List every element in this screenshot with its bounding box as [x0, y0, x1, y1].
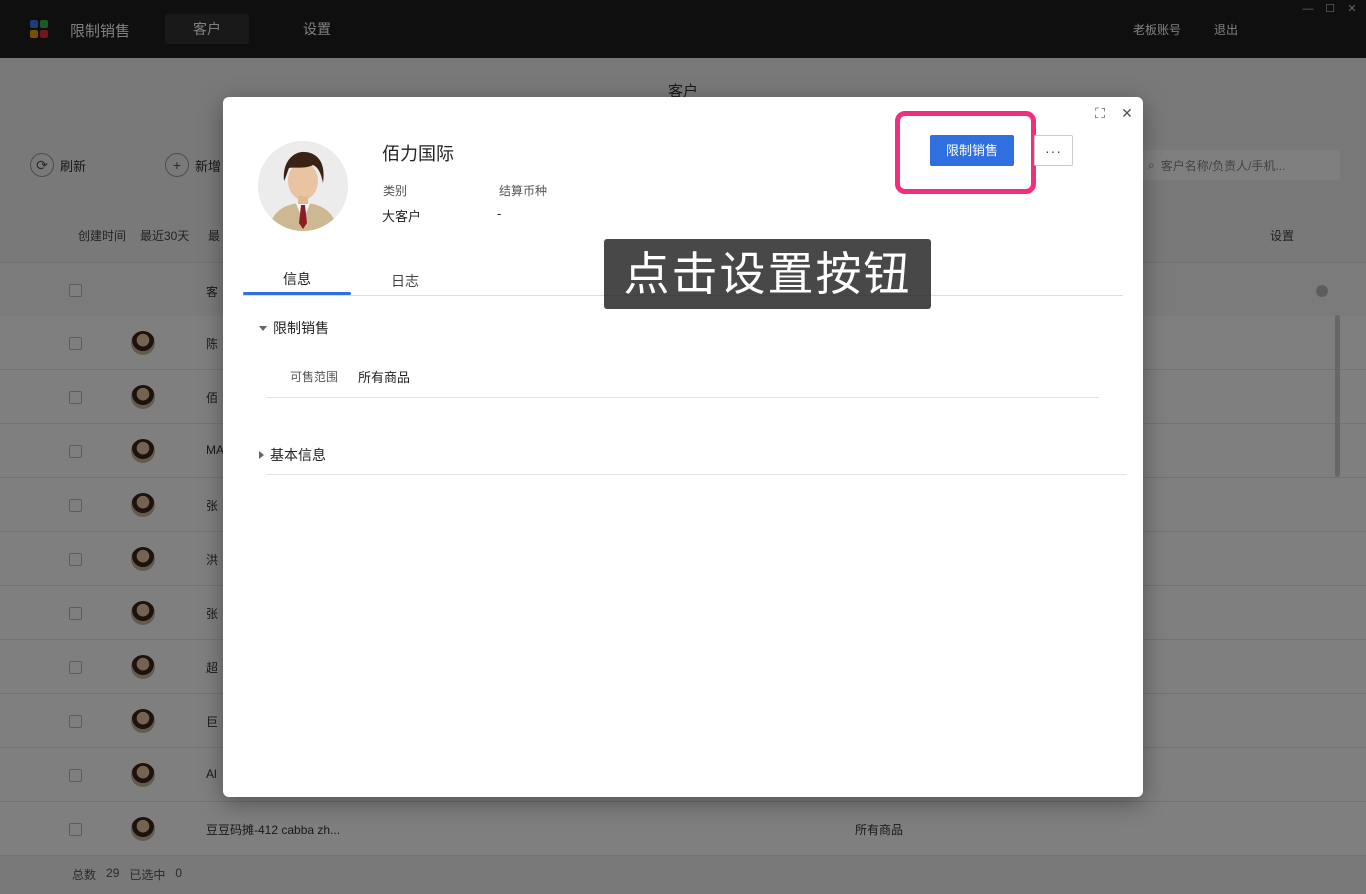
- section-divider: [267, 397, 1099, 398]
- customer-detail-dialog: ⛶ ✕ 佰力国际 类别 大客户 结算币种 - 限制销售 ··· 信息 日志 限制…: [223, 97, 1143, 797]
- sale-scope-label: 可售范围: [290, 370, 339, 384]
- more-actions-button[interactable]: ···: [1034, 135, 1073, 166]
- section-restrict-sales[interactable]: 限制销售: [259, 318, 329, 338]
- section-basic-info[interactable]: 基本信息: [259, 445, 326, 465]
- caret-right-icon: [259, 451, 264, 459]
- category-label: 类别: [383, 184, 408, 198]
- currency-value: -: [497, 206, 502, 221]
- customer-avatar: [258, 141, 348, 231]
- caret-down-icon: [259, 325, 267, 331]
- section-basic-title: 基本信息: [270, 447, 326, 463]
- category-value: 大客户: [382, 209, 422, 224]
- instruction-caption: 点击设置按钮: [604, 239, 931, 309]
- section-restrict-title: 限制销售: [273, 320, 329, 336]
- close-icon[interactable]: ✕: [1119, 105, 1135, 121]
- section-divider: [267, 474, 1127, 475]
- currency-label: 结算币种: [499, 184, 548, 198]
- sale-scope-value: 所有商品: [358, 370, 411, 385]
- restrict-sales-button[interactable]: 限制销售: [930, 135, 1014, 166]
- fullscreen-icon[interactable]: ⛶: [1092, 105, 1108, 121]
- customer-name: 佰力国际: [382, 144, 454, 164]
- tab-log[interactable]: 日志: [351, 271, 459, 297]
- active-tab-indicator: [243, 292, 351, 295]
